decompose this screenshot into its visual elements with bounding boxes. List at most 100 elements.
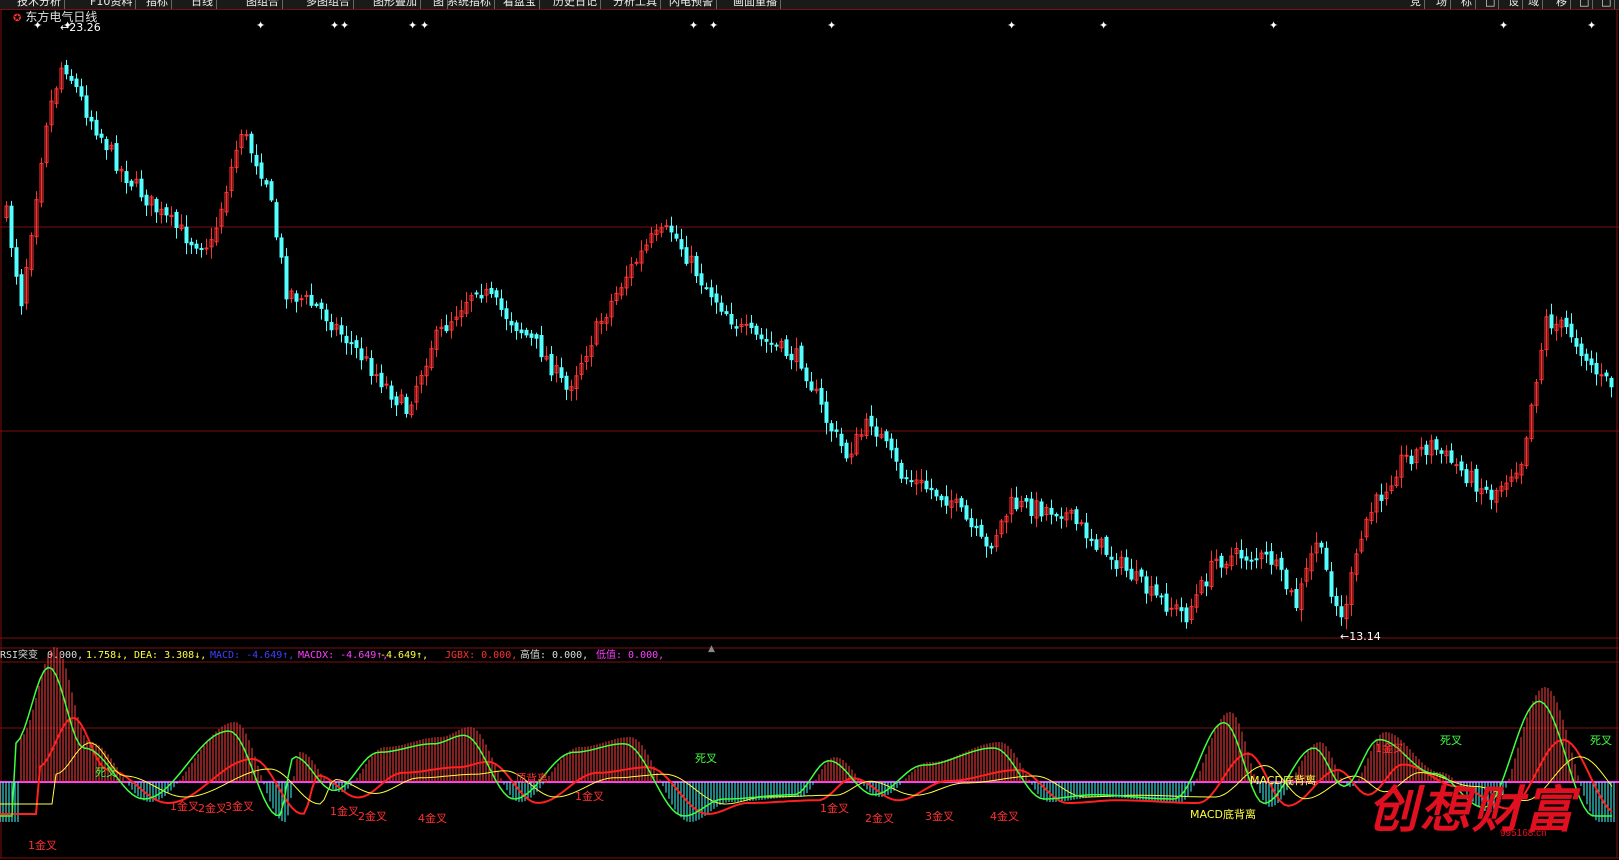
indicator-value: 1.758↓, bbox=[86, 650, 128, 661]
candle-body bbox=[14, 247, 19, 277]
candle-body bbox=[189, 241, 194, 246]
candle-body bbox=[824, 401, 829, 423]
candle-body bbox=[104, 139, 109, 151]
candle-body bbox=[499, 298, 504, 310]
candle-body bbox=[504, 308, 509, 320]
candle-body bbox=[164, 207, 169, 216]
candle-body bbox=[79, 86, 84, 97]
candle-body bbox=[314, 303, 319, 307]
candle-body bbox=[114, 143, 119, 171]
candle-body bbox=[249, 133, 254, 154]
candle-body bbox=[1179, 607, 1184, 612]
candle-body bbox=[909, 480, 914, 483]
candle-body bbox=[199, 247, 204, 250]
candle-body bbox=[1024, 498, 1029, 502]
candle-body bbox=[1569, 323, 1574, 338]
candle-body bbox=[509, 320, 514, 326]
candle-body bbox=[9, 205, 14, 248]
candle-body bbox=[1144, 576, 1149, 594]
candle-body bbox=[724, 311, 729, 315]
candle-body bbox=[1204, 581, 1209, 587]
candle-body bbox=[1249, 559, 1254, 562]
candle-body bbox=[184, 226, 189, 244]
signal-label: 1金叉 bbox=[1375, 741, 1404, 755]
candle-body bbox=[894, 447, 899, 462]
candle-body bbox=[774, 344, 779, 347]
candle-body bbox=[324, 309, 329, 322]
candle-body bbox=[1054, 513, 1059, 517]
candle-body bbox=[319, 302, 324, 309]
candle-body bbox=[989, 545, 994, 549]
candle-body bbox=[1579, 343, 1584, 357]
candle-body bbox=[274, 202, 279, 238]
candle-body bbox=[1439, 450, 1444, 454]
candle-body bbox=[489, 288, 494, 295]
indicator-value: JGBX: 0.000, bbox=[445, 650, 517, 661]
candle-body bbox=[1029, 498, 1034, 516]
candle-body bbox=[684, 247, 689, 264]
candle-body bbox=[1589, 358, 1594, 366]
candle-body bbox=[839, 433, 844, 447]
candle-body bbox=[1114, 560, 1119, 569]
candle-body bbox=[764, 339, 769, 342]
signal-label: 1金叉 bbox=[28, 838, 57, 852]
candle-body bbox=[64, 64, 69, 75]
candle-body bbox=[1264, 551, 1269, 555]
candle-body bbox=[754, 325, 759, 335]
candle-body bbox=[309, 294, 314, 306]
candle-body bbox=[749, 322, 754, 329]
candle-body bbox=[669, 225, 674, 233]
event-marker: ✦ bbox=[33, 19, 42, 32]
candle-body bbox=[1254, 558, 1259, 561]
signal-label: 死叉 bbox=[1590, 734, 1612, 747]
candle-body bbox=[929, 487, 934, 491]
candle-body bbox=[384, 383, 389, 386]
signal-label: 死叉 bbox=[695, 752, 717, 765]
indicator-value: RSI突变 bbox=[0, 648, 38, 661]
price-low-label: ←13.14 bbox=[1340, 630, 1381, 643]
candle-body bbox=[719, 302, 724, 312]
candle-body bbox=[19, 274, 24, 307]
candle-body bbox=[1484, 486, 1489, 490]
candle-body bbox=[1454, 464, 1459, 467]
candle-body bbox=[869, 415, 874, 427]
candle-body bbox=[1284, 569, 1289, 590]
candle-body bbox=[934, 489, 939, 497]
candle-body bbox=[944, 496, 949, 506]
candle-body bbox=[1329, 571, 1334, 597]
signal-label: 1金叉 bbox=[820, 801, 849, 815]
signal-label: 顶背离 bbox=[515, 771, 548, 785]
candle-body bbox=[124, 171, 129, 184]
event-marker: ✦ bbox=[1587, 19, 1596, 32]
candle-body bbox=[1379, 494, 1384, 501]
candle-body bbox=[279, 237, 284, 258]
candle-body bbox=[99, 133, 104, 138]
candle-body bbox=[354, 340, 359, 348]
candle-body bbox=[144, 194, 149, 206]
candle-body bbox=[304, 294, 309, 297]
kline-chart[interactable]: ✦ ✦ ✦ ✦ ✦ ✦ ✦ ✦ ✦ ✦ ✦ ✦ ✦ ✦ ✦←23.26←13.14▲RSI突变 0.000, 1… bbox=[0, 0, 1619, 860]
candle-body bbox=[154, 198, 159, 213]
event-marker: ✦ bbox=[420, 19, 429, 32]
candle-body bbox=[1159, 595, 1164, 598]
candle-body bbox=[194, 243, 199, 249]
candle-body bbox=[1339, 606, 1344, 618]
event-marker: ✦ bbox=[1007, 19, 1016, 32]
candle-body bbox=[1124, 557, 1129, 571]
candle-body bbox=[269, 181, 274, 201]
candle-body bbox=[884, 431, 889, 442]
candle-body bbox=[1104, 536, 1109, 555]
candle-body bbox=[559, 367, 564, 378]
candle-body bbox=[789, 353, 794, 361]
candle-body bbox=[1169, 607, 1174, 610]
candle-body bbox=[254, 154, 259, 167]
signal-label: 1金叉 bbox=[170, 799, 199, 813]
candle-body bbox=[1289, 590, 1294, 593]
event-marker: ✦ bbox=[330, 19, 339, 32]
candle-body bbox=[1244, 556, 1249, 561]
candle-body bbox=[359, 348, 364, 361]
candle-body bbox=[1464, 469, 1469, 484]
candle-body bbox=[744, 323, 749, 326]
event-marker: ✦ bbox=[408, 19, 417, 32]
candle-body bbox=[1594, 362, 1599, 375]
